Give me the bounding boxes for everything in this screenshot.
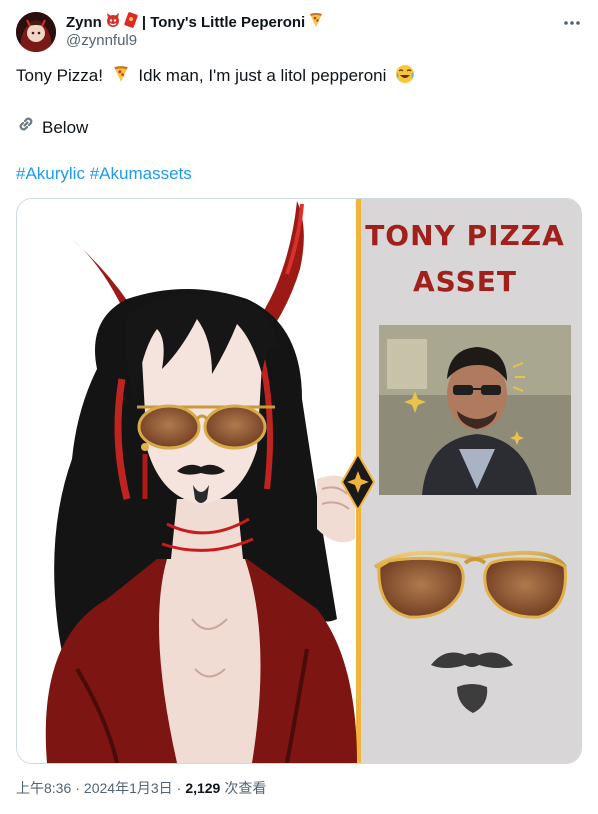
hashtag-line: #Akurylic #Akumassets [16,162,192,186]
link-icon [16,114,36,141]
pizza-icon [308,12,324,32]
hashtag-akumassets[interactable]: #Akumassets [90,164,192,183]
author-handle[interactable]: @zynnful9 [66,32,137,49]
asset-mustache [431,652,513,668]
post-text-line2: Below [16,114,88,141]
reference-photo [379,325,571,495]
author-name-row[interactable]: Zynn | Tony's Little Peperoni [66,12,324,32]
red-envelope-icon [123,12,139,32]
post-text-a: Tony Pizza! [16,66,103,85]
more-icon [563,13,581,31]
asset-title-line2: ASSET [413,265,517,298]
more-button[interactable] [556,12,588,32]
views-count: 2,129 [185,780,221,796]
avatar[interactable] [16,12,56,52]
views-label: 次查看 [224,780,267,796]
pizza-icon [112,65,130,90]
post-text-line1: Tony Pizza! Idk man, I'm just a litol pe… [16,64,415,91]
post-date[interactable]: 2024年1月3日 [84,778,173,798]
meta-separator: · [75,780,80,796]
post-text-below: Below [42,117,89,137]
demon-emoji-icon [105,12,121,32]
hashtag-akurylic[interactable]: #Akurylic [16,164,85,183]
author-display-name[interactable]: Zynn [66,14,102,31]
laughing-emoji-icon [395,64,415,91]
author-name-suffix: | Tony's Little Peperoni [141,13,306,31]
meta-separator: · [176,780,182,796]
post-text-b: Idk man, I'm just a litol pepperoni [138,66,387,85]
asset-title-line1: TONY PIZZA [365,219,565,252]
name-emoji-group [105,12,139,32]
post-time[interactable]: 上午8:36 [16,778,71,798]
tweet: Zynn | Tony's Little Peperoni @zynnful9 … [0,0,598,814]
post-meta: 上午8:36 · 2024年1月3日 · 2,129 次查看 [16,778,266,798]
post-media-image[interactable]: TONY PIZZA ASSET [16,198,582,764]
